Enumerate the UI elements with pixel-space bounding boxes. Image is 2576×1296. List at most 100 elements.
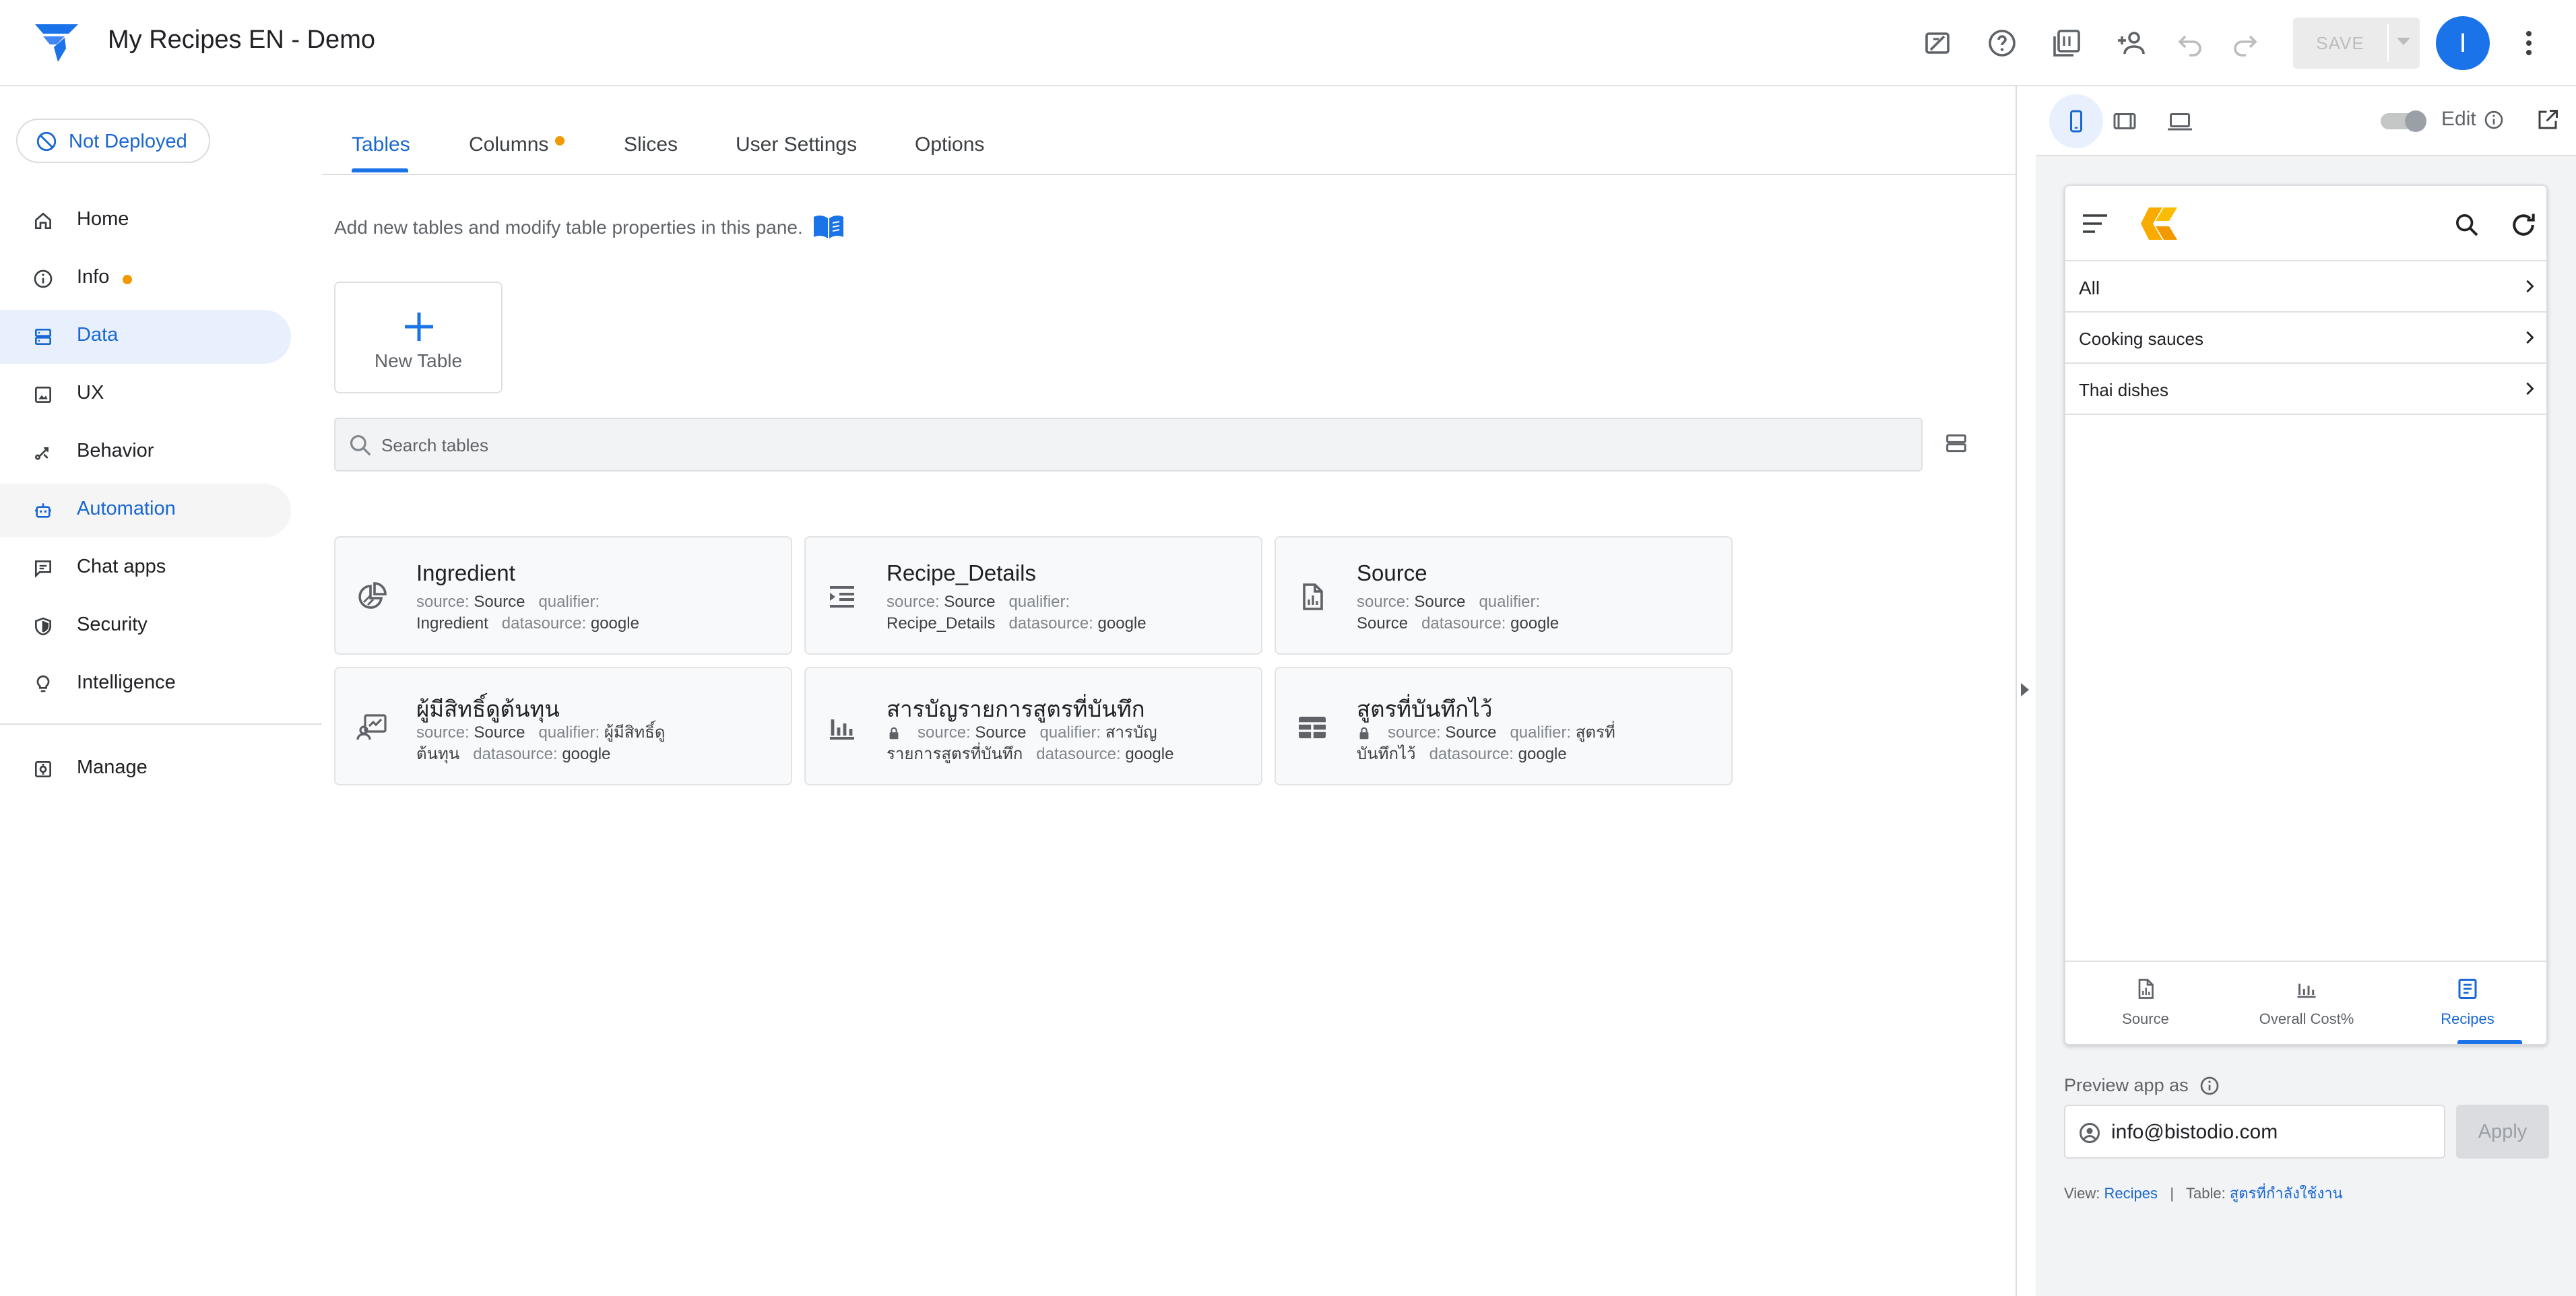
save-dropdown-icon[interactable]: [2397, 38, 2410, 45]
sidebar-item-label: Info: [77, 266, 110, 288]
deploy-status-label: Not Deployed: [69, 131, 187, 152]
table-card-recipe-details[interactable]: Recipe_Details source: Source qualifier:…: [804, 536, 1262, 655]
list-item[interactable]: Thai dishes: [2065, 364, 2546, 415]
sidebar-item-label: Chat apps: [77, 556, 166, 577]
person-chart-icon: [356, 711, 388, 744]
tab-slices[interactable]: Slices: [624, 133, 678, 156]
sidebar-item-automation[interactable]: Automation: [0, 484, 291, 538]
deploy-status-chip[interactable]: Not Deployed: [16, 119, 210, 163]
help-icon[interactable]: [1986, 27, 2018, 59]
behavior-icon: [32, 442, 54, 463]
new-table-button[interactable]: New Table: [334, 282, 503, 393]
table-card-recipe-index[interactable]: สารบัญรายการสูตรที่บันทึก source: Source…: [804, 667, 1262, 785]
table-link[interactable]: สูตรที่กำลังใช้งาน: [2230, 1185, 2343, 1202]
sidebar-item-chat-apps[interactable]: Chat apps: [0, 542, 291, 595]
list-item[interactable]: Cooking sauces: [2065, 313, 2546, 364]
preview-app-header: [2065, 186, 2546, 261]
bottom-nav-indicator: [2457, 1040, 2522, 1044]
info-icon[interactable]: [2483, 109, 2505, 131]
bottom-nav-overall-cost[interactable]: Overall Cost%: [2226, 962, 2387, 1044]
tab-columns[interactable]: Columns: [469, 133, 548, 156]
tabs-divider: [322, 174, 2016, 175]
bottom-nav-label: Overall Cost%: [2259, 1010, 2354, 1027]
sidebar-item-intelligence[interactable]: Intelligence: [0, 657, 291, 711]
more-vert-icon[interactable]: [2513, 27, 2545, 59]
sidebar-item-behavior[interactable]: Behavior: [0, 426, 291, 480]
preview-toolbar: Edit: [2036, 86, 2576, 156]
table-meta: source: Source qualifier: Ingredient dat…: [416, 593, 639, 633]
preview-email-value: info@bistodio.com: [2111, 1121, 2278, 1143]
search-tables-input[interactable]: Search tables: [334, 418, 1923, 472]
bar-chart-icon: [826, 711, 858, 744]
search-placeholder: Search tables: [381, 435, 488, 455]
table-card-ingredient[interactable]: Ingredient source: Source qualifier: Ing…: [334, 536, 792, 655]
preview-as-label: Preview app as: [2064, 1075, 2189, 1095]
device-phone-button[interactable]: [2049, 94, 2103, 148]
automation-icon: [32, 500, 54, 521]
home-icon: [32, 210, 54, 232]
save-button[interactable]: SAVE: [2293, 18, 2420, 69]
preview-bottom-nav: Source Overall Cost% Recipes: [2065, 961, 2546, 1044]
list-item[interactable]: All: [2065, 261, 2546, 313]
apply-button[interactable]: Apply: [2456, 1105, 2549, 1159]
tab-options[interactable]: Options: [915, 133, 984, 156]
table-label: Table:: [2186, 1185, 2226, 1202]
app-preview-phone: All Cooking sauces Thai dishes Source Ov…: [2064, 185, 2548, 1045]
library-icon[interactable]: [2051, 27, 2083, 59]
chevron-right-icon: [2522, 381, 2537, 396]
sidebar-item-manage[interactable]: Manage: [0, 742, 291, 796]
tab-tables[interactable]: Tables: [352, 133, 410, 156]
tab-user-settings[interactable]: User Settings: [736, 133, 857, 156]
shield-icon: [32, 616, 54, 637]
lightbulb-icon: [32, 674, 54, 695]
sort-menu-icon[interactable]: [2082, 212, 2108, 236]
columns-badge-dot: [555, 136, 565, 145]
sidebar-item-ux[interactable]: UX: [0, 368, 291, 422]
chevron-right-icon: [2522, 279, 2537, 294]
add-person-icon[interactable]: [2115, 27, 2148, 59]
table-meta: source: Source qualifier: ผู้มีสิทธิ์ดูต…: [416, 723, 666, 763]
bottom-nav-label: Recipes: [2441, 1010, 2494, 1027]
ux-icon: [32, 384, 54, 406]
sidebar-item-label: Security: [77, 614, 148, 635]
document-chart-icon: [2133, 977, 2158, 1001]
sidebar-item-label: Behavior: [77, 440, 154, 461]
open-external-icon[interactable]: [2536, 108, 2560, 132]
sidebar-divider: [0, 723, 322, 725]
sidebar-item-data[interactable]: Data: [0, 310, 291, 364]
laptop-icon[interactable]: [2166, 109, 2193, 133]
search-icon[interactable]: [2453, 212, 2480, 238]
list-item-label: Thai dishes: [2079, 380, 2168, 400]
table-meta: source: Source qualifier: Recipe_Details…: [887, 593, 1147, 633]
bottom-nav-source[interactable]: Source: [2065, 962, 2226, 1044]
view-separator: |: [2170, 1185, 2175, 1202]
collapse-arrow-icon[interactable]: [2021, 683, 2029, 696]
table-card-cost-viewers[interactable]: ผู้มีสิทธิ์ดูต้นทุน source: Source quali…: [334, 667, 792, 785]
tablet-icon[interactable]: [2113, 109, 2137, 133]
list-indent-icon: [826, 581, 858, 613]
appsheet-logo-icon[interactable]: [34, 22, 79, 65]
view-toggle-icon[interactable]: [1943, 430, 1970, 457]
document-chart-icon: [1296, 581, 1328, 613]
book-icon[interactable]: [812, 214, 845, 241]
undo-icon[interactable]: [2175, 27, 2207, 59]
table-card-saved-recipes[interactable]: สูตรที่บันทึกไว้ source: Source qualifie…: [1275, 667, 1733, 785]
redo-icon[interactable]: [2228, 27, 2261, 59]
avatar[interactable]: I: [2436, 16, 2490, 70]
info-icon: [32, 268, 54, 290]
bottom-nav-recipes[interactable]: Recipes: [2387, 962, 2546, 1044]
refresh-icon[interactable]: [2509, 210, 2538, 240]
new-table-label: New Table: [374, 350, 463, 371]
view-link[interactable]: Recipes: [2104, 1185, 2158, 1202]
info-icon[interactable]: [2199, 1075, 2220, 1097]
recipe-book-icon: [2455, 977, 2480, 1001]
sidebar-item-home[interactable]: Home: [0, 194, 291, 248]
preview-as-email-field[interactable]: info@bistodio.com: [2064, 1105, 2445, 1159]
pie-chart-icon: [356, 581, 388, 613]
no-preview-icon[interactable]: [1921, 27, 1954, 59]
sidebar-item-info[interactable]: Info: [0, 252, 291, 306]
edit-toggle[interactable]: [2379, 109, 2429, 133]
sidebar-item-security[interactable]: Security: [0, 600, 291, 653]
table-card-source[interactable]: Source source: Source qualifier: Source …: [1275, 536, 1733, 655]
panel-splitter[interactable]: [2016, 86, 2017, 1296]
